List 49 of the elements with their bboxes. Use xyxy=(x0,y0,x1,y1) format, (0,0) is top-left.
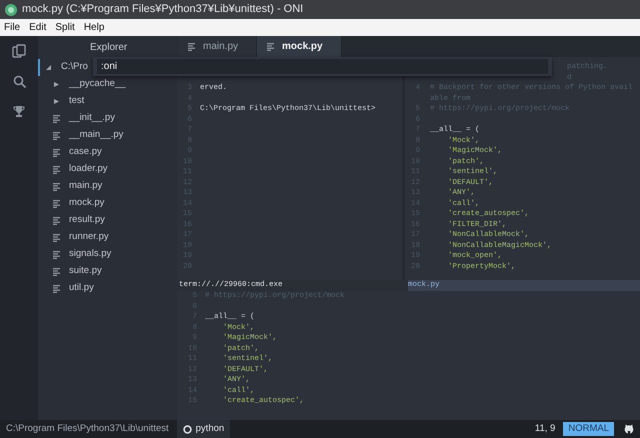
file-icon xyxy=(53,114,60,122)
file-icon xyxy=(53,182,60,190)
menu-item[interactable]: Edit xyxy=(29,20,46,35)
window-title: mock.py (C:¥Program Files¥Python37¥Lib¥unittest) - ONI xyxy=(22,2,304,18)
file-icon xyxy=(53,284,60,292)
language-indicator[interactable]: python xyxy=(176,420,230,438)
tree-item[interactable]: result.py xyxy=(38,212,105,229)
tree-item[interactable]: test xyxy=(38,93,84,110)
tree-item[interactable]: runner.py xyxy=(38,229,109,246)
caret-icon xyxy=(45,64,52,71)
file-icon xyxy=(53,250,60,258)
file-icon xyxy=(267,42,274,50)
trophy-icon xyxy=(13,105,25,117)
tree-item[interactable]: __main__.py xyxy=(38,127,124,144)
file-icon xyxy=(53,132,60,140)
app-icon xyxy=(5,4,17,16)
file-icon xyxy=(53,268,60,276)
caret-icon xyxy=(53,81,60,88)
ring-icon xyxy=(182,424,192,434)
editor-tab[interactable]: mock.py xyxy=(257,36,342,57)
command-dialog: :oni xyxy=(93,57,552,76)
file-icon xyxy=(53,166,60,174)
file-icon xyxy=(53,234,60,242)
mode-indicator: NORMAL xyxy=(563,422,614,436)
menu-item[interactable]: Split xyxy=(55,20,75,35)
menu-item[interactable]: File xyxy=(4,20,20,35)
tree-item[interactable]: __init__.py xyxy=(38,110,115,127)
panel-title: Explorer xyxy=(90,41,128,55)
file-icon xyxy=(53,148,60,156)
status-path: C:\Program Files\Python37\Lib\unittest xyxy=(5,422,170,436)
tree-item[interactable]: util.py xyxy=(38,280,94,297)
file-icon xyxy=(53,216,60,224)
tree-item[interactable]: __pycache__ xyxy=(38,76,126,93)
menu-item[interactable]: Help xyxy=(84,20,104,35)
search-icon xyxy=(12,75,26,88)
tree-item[interactable]: suite.py xyxy=(38,263,102,280)
tree-item[interactable]: signals.py xyxy=(38,246,112,263)
file-icon xyxy=(53,200,60,208)
editor-tab[interactable]: main.py xyxy=(178,36,258,57)
cat-logo-icon xyxy=(624,424,634,434)
tree-item[interactable]: case.py xyxy=(38,144,102,161)
tree-item[interactable]: loader.py xyxy=(38,161,108,178)
tree-item[interactable]: main.py xyxy=(38,178,102,195)
file-icon xyxy=(188,42,195,50)
caret-icon xyxy=(53,98,60,105)
explorer-icon xyxy=(12,44,26,58)
tree-item[interactable]: mock.py xyxy=(38,195,104,212)
cursor-position: 11, 9 xyxy=(534,422,556,436)
tree-item[interactable]: C:\Pro xyxy=(38,59,88,76)
